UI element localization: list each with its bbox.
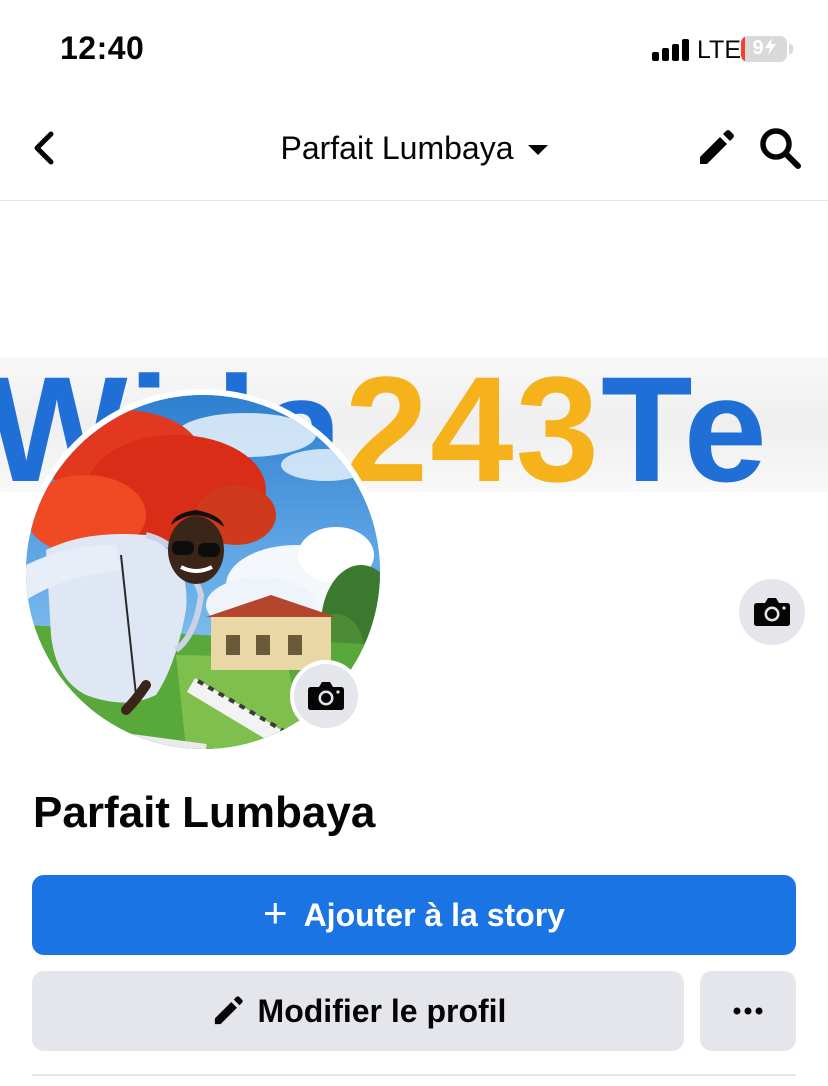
profile-name: Parfait Lumbaya (33, 788, 376, 837)
pencil-icon (700, 130, 734, 164)
pencil-icon (214, 996, 243, 1025)
camera-icon (754, 598, 790, 626)
search-button[interactable] (756, 124, 804, 172)
edit-button[interactable] (694, 126, 738, 170)
more-horizontal-icon (733, 1007, 763, 1015)
edit-profile-button[interactable]: Modifier le profil (32, 971, 684, 1051)
caret-down-icon (527, 144, 548, 155)
charging-bolt-icon (764, 38, 776, 55)
add-to-story-label: Ajouter à la story (303, 896, 565, 933)
cellular-signal-icon (652, 39, 692, 61)
search-icon (760, 128, 801, 169)
camera-icon (308, 682, 344, 710)
profile-nav-bar: Parfait Lumbaya (0, 96, 828, 201)
battery-nub (789, 44, 793, 54)
nav-title: Parfait Lumbaya (280, 130, 514, 166)
cover-text-part2: 243 (344, 345, 601, 513)
cover-camera-button[interactable] (739, 579, 805, 645)
plus-icon: + (263, 889, 288, 936)
edit-profile-label: Modifier le profil (257, 992, 507, 1029)
battery-level: 9 (752, 37, 764, 59)
section-divider (32, 1074, 796, 1076)
avatar-camera-button[interactable] (290, 660, 362, 732)
network-type: LTE (697, 36, 741, 64)
add-to-story-button[interactable]: + Ajouter à la story (32, 875, 796, 955)
battery-icon: 9 (741, 36, 787, 62)
status-bar: 12:40 LTE 9 (0, 0, 828, 96)
status-time: 12:40 (60, 30, 145, 66)
more-options-button[interactable] (700, 971, 796, 1051)
cover-text-part3: Te (601, 345, 769, 513)
